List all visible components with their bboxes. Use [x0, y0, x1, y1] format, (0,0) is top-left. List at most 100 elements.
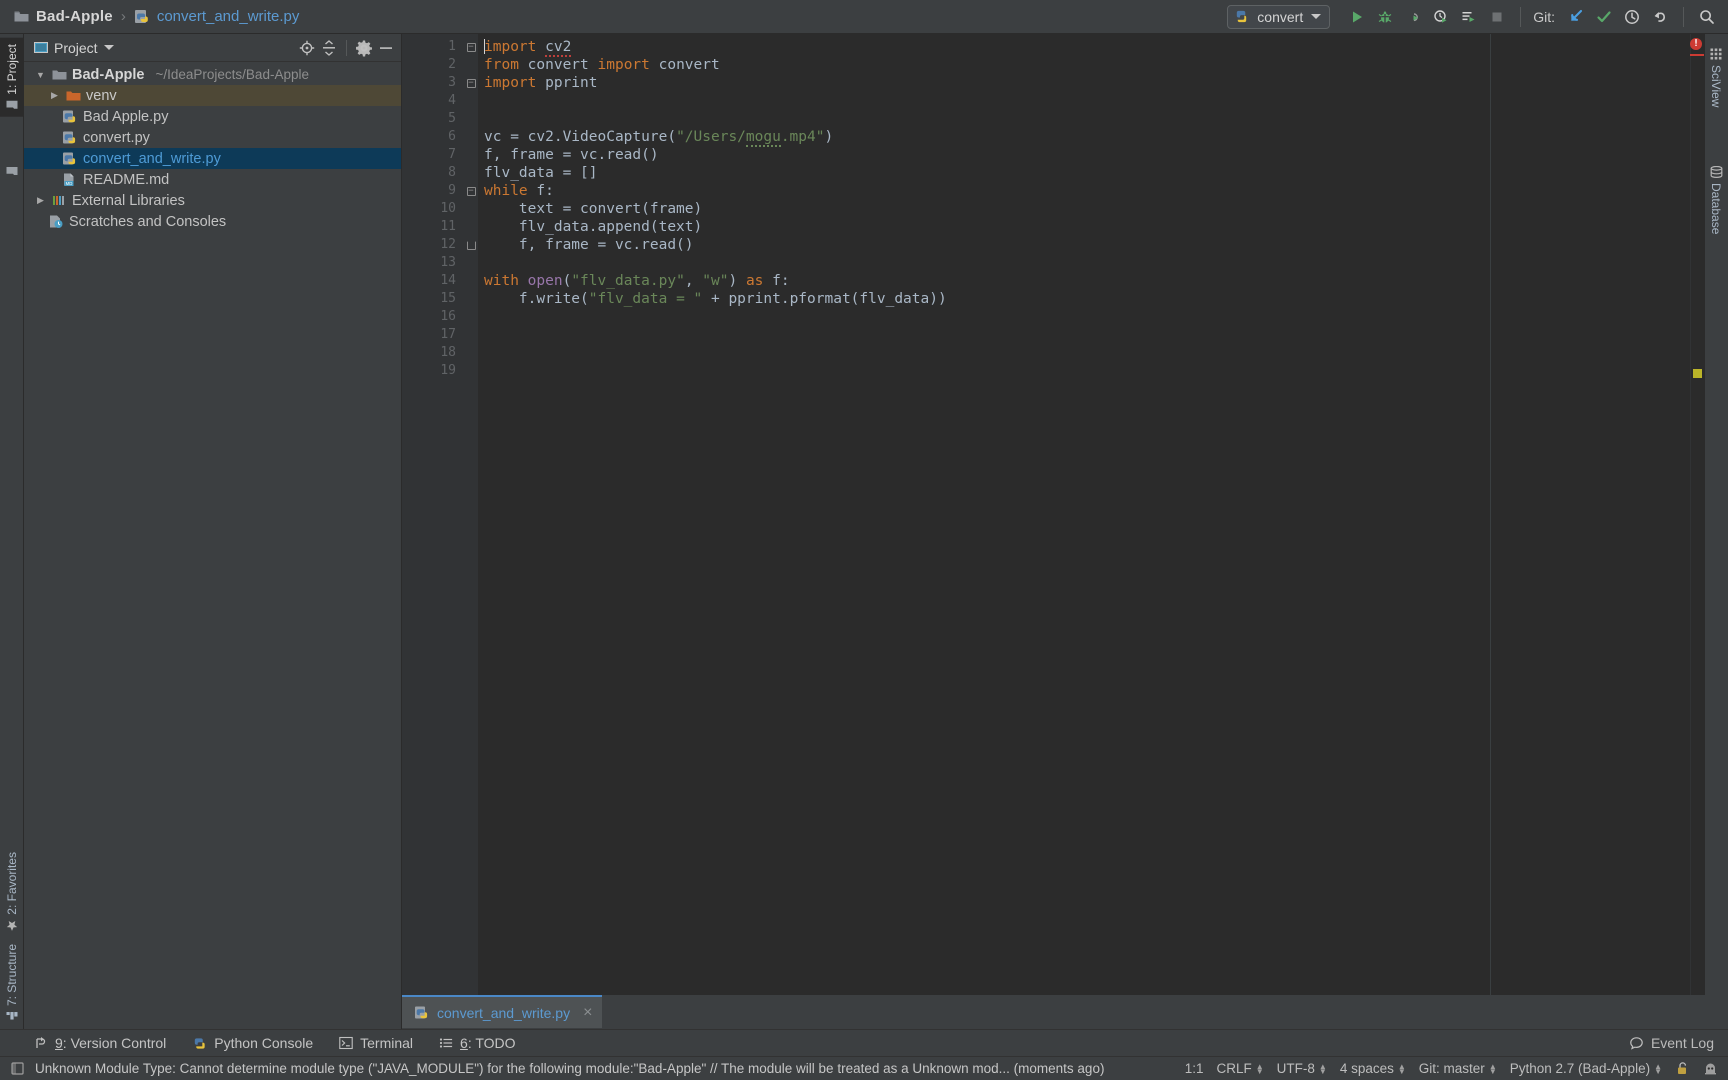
commit-icon[interactable] [1591, 4, 1617, 30]
fold-marker-imports-end[interactable]: − [464, 74, 478, 92]
error-stripe[interactable] [1690, 54, 1704, 56]
code-line-14: with open("flv_data.py", "w") as f: [484, 272, 1690, 290]
tree-node-convert-py[interactable]: convert.py [24, 127, 401, 148]
editor-tab-convert-and-write[interactable]: convert_and_write.py × [402, 995, 602, 1028]
run-with-console-icon[interactable] [1456, 4, 1482, 30]
line-number: 16 [402, 308, 464, 326]
git-branch-selector[interactable]: Git: master ▲▼ [1419, 1061, 1497, 1076]
fold-marker-while[interactable]: − [464, 182, 478, 200]
project-panel-header: Project [24, 34, 401, 62]
line-number: 12 [402, 236, 464, 254]
project-panel-title: Project [54, 40, 98, 56]
toolbar-divider-2 [1683, 7, 1684, 27]
analysis-marker-bar[interactable]: ! [1690, 34, 1704, 995]
tree-node-external-libraries[interactable]: ▶ External Libraries [24, 190, 401, 211]
encoding-selector[interactable]: UTF-8 ▲▼ [1277, 1061, 1327, 1076]
profile-icon[interactable] [1428, 4, 1454, 30]
bottom-tab-todo[interactable]: 6: TODO [439, 1035, 516, 1051]
sidebar-tab-favorites[interactable]: 2: Favorites [0, 846, 24, 938]
chevron-collapsed-icon[interactable]: ▶ [34, 195, 47, 206]
fold-marker-imports[interactable]: − [464, 38, 478, 56]
run-configuration-selector[interactable]: convert [1227, 5, 1330, 29]
code-line-3: import pprint [484, 74, 1690, 92]
bottom-tool-window-bar: 9: Version Control Python Console Termin… [0, 1029, 1728, 1056]
breadcrumb-project[interactable]: Bad-Apple [14, 8, 113, 25]
code-line-16 [484, 308, 1690, 326]
locate-icon[interactable] [298, 39, 316, 57]
code-text[interactable]: import cv2 from convert import convert i… [478, 34, 1690, 995]
project-panel-tools [298, 39, 395, 57]
bottom-tab-terminal[interactable]: Terminal [339, 1035, 413, 1051]
bottom-tab-python-console[interactable]: Python Console [192, 1035, 313, 1051]
status-message[interactable]: Unknown Module Type: Cannot determine mo… [35, 1061, 1104, 1076]
line-number: 11 [402, 218, 464, 236]
tree-node-venv[interactable]: ▶ venv [24, 85, 401, 106]
breadcrumb-project-label: Bad-Apple [36, 8, 113, 25]
fold-marker-while-end[interactable] [464, 236, 478, 254]
debug-icon[interactable] [1372, 4, 1398, 30]
database-icon [1710, 166, 1723, 178]
collapse-all-icon[interactable] [320, 39, 338, 57]
rollback-icon[interactable] [1647, 4, 1673, 30]
toolbar-divider [1520, 7, 1521, 27]
code-editor[interactable]: 1 2 3 4 5 6 7 8 9 10 11 12 13 14 [402, 34, 1704, 995]
right-tool-window-bar: SciView Database [1704, 34, 1728, 995]
sidebar-tab-database[interactable]: Database [1704, 160, 1728, 240]
hide-icon[interactable] [377, 39, 395, 57]
run-icon[interactable] [1344, 4, 1370, 30]
bottom-tab-label: Terminal [360, 1035, 413, 1051]
right-margin-guide [1490, 34, 1491, 995]
update-project-icon[interactable] [1563, 4, 1589, 30]
tree-node-label: venv [86, 88, 117, 104]
line-number: 1 [402, 38, 464, 56]
sidebar-tab-structure[interactable]: 7: Structure [0, 938, 24, 1029]
close-icon[interactable]: × [583, 1004, 592, 1022]
todo-icon [439, 1036, 453, 1050]
tree-node-convert-and-write-py[interactable]: convert_and_write.py [24, 148, 401, 169]
project-tree[interactable]: ▼ Bad-Apple ~/IdeaProjects/Bad-Apple ▶ v… [24, 62, 401, 232]
sidebar-tab-project[interactable]: 1: Project [0, 38, 24, 117]
caret-position[interactable]: 1:1 [1185, 1061, 1204, 1076]
chevron-collapsed-icon[interactable]: ▶ [48, 90, 61, 101]
line-number: 9 [402, 182, 464, 200]
event-log-button[interactable]: Event Log [1629, 1035, 1714, 1051]
error-badge[interactable]: ! [1690, 38, 1702, 50]
code-folding-gutter[interactable]: − − − [464, 34, 478, 995]
tree-node-label: convert.py [83, 130, 150, 146]
line-separator-label: CRLF [1216, 1061, 1251, 1076]
line-number: 8 [402, 164, 464, 182]
search-everywhere-icon[interactable] [1694, 4, 1720, 30]
main-toolbar: Bad-Apple › convert_and_write.py [0, 0, 1728, 34]
bottom-tab-number: 6 [460, 1035, 468, 1051]
coverage-icon[interactable] [1400, 4, 1426, 30]
inspection-hector-icon[interactable] [1703, 1061, 1718, 1076]
tree-node-bad-apple[interactable]: ▼ Bad-Apple ~/IdeaProjects/Bad-Apple [24, 64, 401, 85]
code-line-2: from convert import convert [484, 56, 1690, 74]
chevron-down-icon[interactable] [104, 45, 114, 50]
updown-icon: ▲▼ [1319, 1064, 1327, 1074]
sciview-icon [1710, 48, 1722, 60]
sidebar-folder-icon-extra[interactable] [0, 160, 24, 183]
line-separator-selector[interactable]: CRLF ▲▼ [1216, 1061, 1263, 1076]
tree-node-scratches-and-consoles[interactable]: Scratches and Consoles [24, 211, 401, 232]
code-line-4 [484, 92, 1690, 110]
chevron-expanded-icon[interactable]: ▼ [34, 70, 47, 80]
interpreter-label: Python 2.7 (Bad-Apple) [1510, 1061, 1650, 1076]
status-bar-hide-icon[interactable] [10, 1061, 25, 1076]
sidebar-tab-sciview[interactable]: SciView [1704, 42, 1728, 113]
tree-node-readme-md[interactable]: MD README.md [24, 169, 401, 190]
sidebar-tab-project-label: 1: Project [5, 44, 19, 95]
unlocked-icon[interactable] [1675, 1061, 1690, 1076]
indent-selector[interactable]: 4 spaces ▲▼ [1340, 1061, 1406, 1076]
line-number: 17 [402, 326, 464, 344]
bottom-tab-version-control[interactable]: 9: Version Control [34, 1035, 166, 1051]
tree-node-bad-apple-py[interactable]: Bad Apple.py [24, 106, 401, 127]
breadcrumb-file[interactable]: convert_and_write.py [134, 8, 300, 25]
python-file-icon [62, 130, 78, 146]
history-icon[interactable] [1619, 4, 1645, 30]
line-number: 7 [402, 146, 464, 164]
chevron-down-icon[interactable] [1311, 14, 1321, 19]
gear-icon[interactable] [355, 39, 373, 57]
python-console-icon [192, 1036, 207, 1051]
interpreter-selector[interactable]: Python 2.7 (Bad-Apple) ▲▼ [1510, 1061, 1662, 1076]
